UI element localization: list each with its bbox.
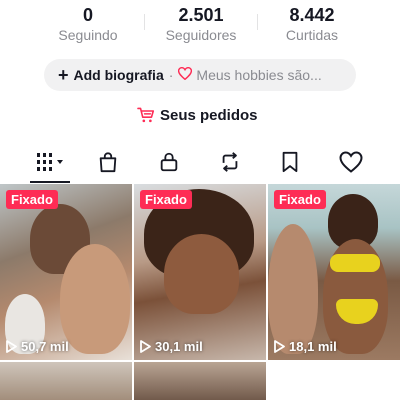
- plus-icon: +: [58, 65, 69, 85]
- thumbnail-figure: [330, 254, 380, 272]
- shopping-bag-icon: [99, 152, 117, 173]
- hobbies-prompt: Meus hobbies são...: [196, 67, 322, 83]
- followers-count: 2.501: [178, 5, 224, 25]
- profile-tabs: [0, 144, 400, 184]
- pinned-badge: Fixado: [6, 190, 58, 209]
- your-orders-button[interactable]: Seus pedidos: [137, 104, 258, 126]
- active-tab-indicator: [30, 181, 70, 183]
- following-count: 0: [82, 5, 93, 25]
- thumbnail-figure: [60, 244, 130, 354]
- profile-stats: 0 Seguindo 2.501 Seguidores 8.442 Curtid…: [0, 0, 400, 52]
- tab-private[interactable]: [153, 148, 185, 176]
- video-thumbnail[interactable]: [134, 362, 266, 400]
- likes-label: Curtidas: [285, 27, 339, 43]
- thumbnail-figure: [268, 224, 318, 354]
- tab-shop[interactable]: [92, 148, 124, 176]
- bookmark-icon: [282, 151, 298, 173]
- pinned-badge: Fixado: [140, 190, 192, 209]
- video-thumbnail[interactable]: Fixado 18,1 mil: [268, 184, 400, 360]
- view-count-label: 50,7 mil: [21, 339, 69, 354]
- stat-divider: [144, 14, 145, 30]
- video-grid: Fixado 50,7 mil Fixado 30,1 mil Fixado 1…: [0, 184, 400, 400]
- heart-outline-icon: [178, 66, 193, 83]
- shopping-cart-icon: [137, 107, 155, 123]
- grid-icon: [37, 153, 63, 171]
- video-thumbnail[interactable]: Fixado 50,7 mil: [0, 184, 132, 360]
- bio-separator: ·: [168, 67, 174, 83]
- tab-liked[interactable]: [335, 148, 367, 176]
- followers-label: Seguidores: [165, 27, 237, 43]
- empty-grid-slot: [268, 362, 400, 400]
- view-count: 30,1 mil: [140, 339, 203, 354]
- repost-icon: [222, 152, 238, 172]
- your-orders-label: Seus pedidos: [160, 106, 258, 124]
- view-count: 18,1 mil: [274, 339, 337, 354]
- add-bio-label: Add biografia: [73, 67, 164, 83]
- following-label: Seguindo: [58, 27, 118, 43]
- play-icon: [6, 340, 17, 353]
- pinned-badge: Fixado: [274, 190, 326, 209]
- following-stat[interactable]: 0 Seguindo: [33, 4, 143, 44]
- likes-stat[interactable]: 8.442 Curtidas: [257, 4, 367, 44]
- add-bio-button[interactable]: + Add biografia · Meus hobbies são...: [44, 59, 356, 91]
- lock-icon: [160, 152, 178, 172]
- tab-videos[interactable]: [34, 148, 66, 176]
- view-count: 50,7 mil: [6, 339, 69, 354]
- tab-reposts[interactable]: [214, 148, 246, 176]
- tab-favorites[interactable]: [274, 148, 306, 176]
- play-icon: [140, 340, 151, 353]
- play-icon: [274, 340, 285, 353]
- heart-icon: [339, 151, 363, 173]
- view-count-label: 30,1 mil: [155, 339, 203, 354]
- view-count-label: 18,1 mil: [289, 339, 337, 354]
- video-thumbnail[interactable]: Fixado 30,1 mil: [134, 184, 266, 360]
- video-thumbnail[interactable]: [0, 362, 132, 400]
- thumbnail-figure: [164, 234, 239, 314]
- likes-count: 8.442: [289, 5, 335, 25]
- followers-stat[interactable]: 2.501 Seguidores: [146, 4, 256, 44]
